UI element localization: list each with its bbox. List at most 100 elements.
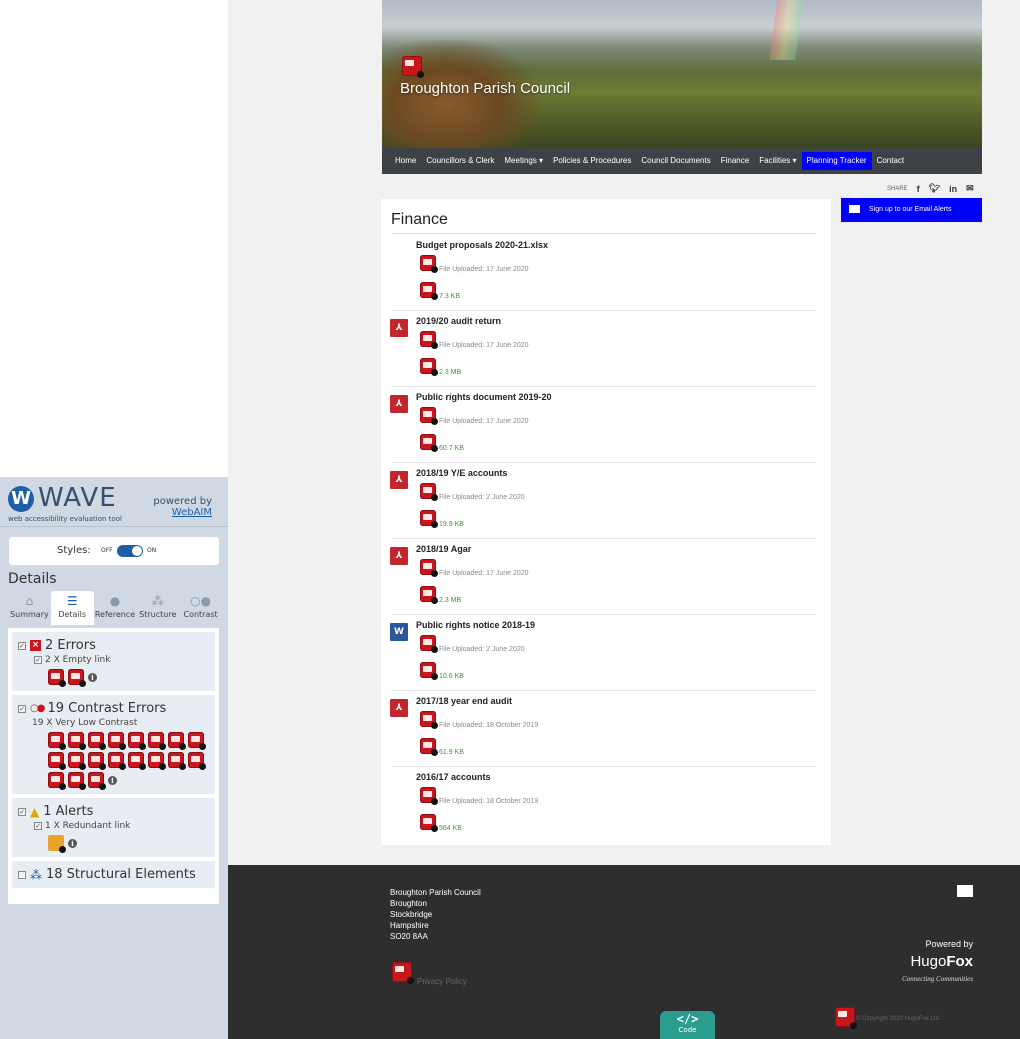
nav-finance[interactable]: Finance: [716, 152, 754, 170]
alerts-checkbox[interactable]: ✓: [18, 807, 26, 816]
nav-contact[interactable]: Contact: [872, 152, 910, 170]
empty-link-checkbox[interactable]: ✓: [34, 656, 42, 664]
facebook-icon[interactable]: f: [917, 184, 920, 194]
site-title[interactable]: Broughton Parish Council: [400, 80, 570, 97]
very-low-contrast-icon[interactable]: [48, 772, 66, 790]
very-low-contrast-icon[interactable]: [128, 752, 146, 770]
info-icon[interactable]: i: [108, 775, 117, 785]
tab-details[interactable]: ☰ Details: [50, 591, 94, 625]
wave-contrast-icon[interactable]: [420, 483, 438, 501]
nav-documents[interactable]: Council Documents: [636, 152, 715, 170]
document-link[interactable]: 2018/19 Y/E accounts: [416, 468, 507, 478]
very-low-contrast-icon[interactable]: [108, 732, 126, 750]
document-link[interactable]: 2016/17 accounts: [416, 772, 491, 782]
wave-contrast-icon[interactable]: [420, 510, 438, 528]
tab-summary[interactable]: ⌂ Summary: [8, 591, 51, 625]
contrast-checkbox[interactable]: ✓: [18, 704, 26, 713]
wave-contrast-icon[interactable]: [420, 255, 438, 273]
upload-date: File Uploaded: 17 June 2020: [439, 342, 529, 349]
document-link[interactable]: Public rights document 2019-20: [416, 392, 552, 402]
main-nav: Home Councillors & Clerk Meetings ▾ Poli…: [382, 148, 982, 174]
webaim-link[interactable]: WebAIM: [153, 507, 212, 518]
nav-councillors[interactable]: Councillors & Clerk: [421, 152, 499, 170]
info-icon[interactable]: i: [88, 672, 97, 682]
wave-contrast-icon[interactable]: [420, 711, 438, 729]
info-icon[interactable]: i: [68, 838, 77, 848]
privacy-policy-link[interactable]: Privacy Policy: [417, 977, 467, 986]
wave-contrast-icon[interactable]: [420, 282, 438, 300]
nav-policies[interactable]: Policies & Procedures: [548, 152, 636, 170]
footer-mail-icon[interactable]: [957, 885, 973, 897]
very-low-contrast-icon[interactable]: [148, 732, 166, 750]
twitter-icon[interactable]: 🐦︎: [929, 183, 940, 194]
address-line: SO20 8AA: [390, 932, 428, 941]
tab-contrast[interactable]: ○● Contrast: [179, 591, 222, 625]
wave-contrast-icon[interactable]: [420, 814, 438, 832]
very-low-contrast-icon[interactable]: [68, 752, 86, 770]
very-low-contrast-icon[interactable]: [48, 732, 66, 750]
very-low-contrast-icon[interactable]: [68, 732, 86, 750]
very-low-contrast-icon[interactable]: [68, 772, 86, 790]
wave-contrast-icon[interactable]: [420, 434, 438, 452]
structure-icon: ⁂: [30, 867, 42, 882]
email-alerts-button[interactable]: Sign up to our Email Alerts: [841, 198, 982, 222]
wave-contrast-icon[interactable]: [420, 358, 438, 376]
pdf-icon: ⅄: [390, 395, 408, 413]
wave-sidebar: W WAVE web accessibility evaluation tool…: [0, 477, 228, 1039]
document-item: W Public rights notice 2018-19 File Upload…: [381, 615, 831, 691]
very-low-contrast-icon[interactable]: [188, 732, 206, 750]
structural-checkbox[interactable]: [18, 870, 26, 879]
structure-icon: ⁂: [151, 594, 164, 608]
contrast-icons: i: [18, 732, 210, 790]
very-low-contrast-icon[interactable]: [148, 752, 166, 770]
empty-link-icon[interactable]: [48, 669, 66, 687]
errors-checkbox[interactable]: ✓: [18, 641, 26, 650]
wave-logo: WAVE: [38, 483, 117, 513]
hugofox-logo[interactable]: HugoFox: [910, 953, 973, 970]
wave-contrast-icon[interactable]: [420, 559, 438, 577]
document-link[interactable]: Budget proposals 2020-21.xlsx: [416, 240, 548, 250]
tab-reference[interactable]: ● Reference: [94, 591, 137, 625]
file-size: 2.3 MB: [439, 597, 462, 604]
nav-facilities[interactable]: Facilities ▾: [754, 152, 801, 170]
wave-contrast-icon[interactable]: [835, 1007, 857, 1029]
nav-meetings[interactable]: Meetings ▾: [499, 152, 548, 170]
email-icon[interactable]: ✉: [966, 183, 974, 194]
very-low-contrast-icon[interactable]: [168, 752, 186, 770]
wave-empty-link-icon[interactable]: [402, 56, 424, 78]
document-link[interactable]: 2019/20 audit return: [416, 316, 501, 326]
wave-contrast-icon[interactable]: [420, 787, 438, 805]
document-link[interactable]: 2018/19 Agar: [416, 544, 471, 554]
very-low-contrast-icon[interactable]: [188, 752, 206, 770]
nav-planning-tracker[interactable]: Planning Tracker: [801, 152, 872, 170]
wave-contrast-icon[interactable]: [420, 331, 438, 349]
very-low-contrast-icon[interactable]: [48, 752, 66, 770]
wave-contrast-icon[interactable]: [420, 407, 438, 425]
document-item: ⅄ Public rights document 2019-20 File Uplo…: [381, 387, 831, 463]
very-low-contrast-icon[interactable]: [88, 772, 106, 790]
very-low-contrast-icon[interactable]: [108, 752, 126, 770]
very-low-contrast-icon[interactable]: [168, 732, 186, 750]
wave-contrast-icon[interactable]: [420, 662, 438, 680]
tab-structure[interactable]: ⁂ Structure: [136, 591, 179, 625]
wave-contrast-icon[interactable]: [420, 586, 438, 604]
nav-home[interactable]: Home: [390, 152, 421, 170]
wave-contrast-icon[interactable]: [420, 738, 438, 756]
styles-toggle[interactable]: [117, 545, 143, 557]
wave-contrast-icon[interactable]: [392, 962, 414, 984]
code-label: Code: [678, 1026, 697, 1034]
redundant-link-checkbox[interactable]: ✓: [34, 822, 42, 830]
upload-date: File Uploaded: 17 June 2020: [439, 570, 529, 577]
linkedin-icon[interactable]: in: [949, 184, 957, 194]
very-low-contrast-icon[interactable]: [128, 732, 146, 750]
address-line: Broughton: [390, 899, 427, 908]
redundant-link-icon[interactable]: [48, 835, 66, 853]
wave-contrast-icon[interactable]: [420, 635, 438, 653]
very-low-contrast-icon[interactable]: [88, 732, 106, 750]
document-link[interactable]: Public rights notice 2018-19: [416, 620, 535, 630]
errors-title: 2 Errors: [45, 638, 96, 653]
document-link[interactable]: 2017/18 year end audit: [416, 696, 512, 706]
very-low-contrast-icon[interactable]: [88, 752, 106, 770]
empty-link-icon[interactable]: [68, 669, 86, 687]
code-toggle-button[interactable]: </> Code: [660, 1011, 715, 1039]
